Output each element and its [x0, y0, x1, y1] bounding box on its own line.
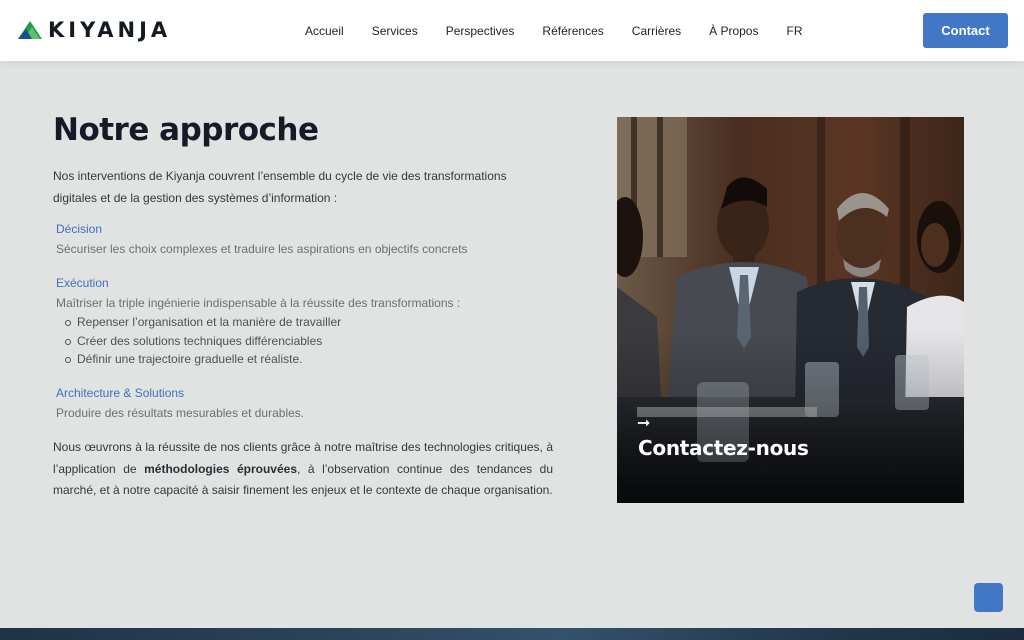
- footer-banner-edge: [0, 628, 1024, 640]
- nav-perspectives[interactable]: Perspectives: [446, 23, 515, 39]
- nav-a-propos[interactable]: À Propos: [709, 23, 758, 39]
- contact-us-link[interactable]: Contactez-nous: [638, 436, 809, 460]
- site-header: KIYANJA Accueil Services Perspectives Ré…: [0, 0, 1024, 61]
- list-item: Définir une trajectoire graduelle et réa…: [64, 350, 341, 369]
- nav-accueil[interactable]: Accueil: [305, 23, 344, 39]
- execution-bullet-list: Repenser l’organisation et la manière de…: [64, 313, 341, 369]
- nav-carrieres[interactable]: Carrières: [632, 23, 681, 39]
- section-decision-heading: Décision: [56, 222, 103, 236]
- intro-text: Nos interventions de Kiyanja couvrent l’…: [53, 169, 507, 205]
- contact-button[interactable]: Contact: [923, 13, 1008, 48]
- scroll-to-top-button[interactable]: [974, 583, 1003, 612]
- arrow-right-icon: ➞: [637, 415, 651, 432]
- closing-paragraph: Nous œuvrons à la réussite de nos client…: [53, 437, 553, 502]
- logo[interactable]: KIYANJA: [18, 19, 171, 41]
- nav-services[interactable]: Services: [372, 23, 418, 39]
- nav-references[interactable]: Références: [542, 23, 603, 39]
- section-execution-text: Maîtriser la triple ingénierie indispens…: [56, 296, 461, 310]
- main-nav: Accueil Services Perspectives Références…: [305, 23, 802, 39]
- section-decision-text: Sécuriser les choix complexes et traduir…: [56, 242, 468, 256]
- list-item: Repenser l’organisation et la manière de…: [64, 313, 341, 332]
- language-switcher[interactable]: FR: [786, 23, 802, 39]
- logo-text: KIYANJA: [48, 18, 172, 42]
- section-architecture-text: Produire des résultats mesurables et dur…: [56, 406, 305, 420]
- section-execution-heading: Exécution: [56, 276, 109, 290]
- closing-bold-text: méthodologies éprouvées: [144, 461, 298, 476]
- logo-mark-icon: [18, 21, 42, 39]
- section-architecture-heading: Architecture & Solutions: [56, 386, 185, 400]
- list-item: Créer des solutions techniques différenc…: [64, 332, 341, 351]
- page-title: Notre approche: [53, 112, 319, 148]
